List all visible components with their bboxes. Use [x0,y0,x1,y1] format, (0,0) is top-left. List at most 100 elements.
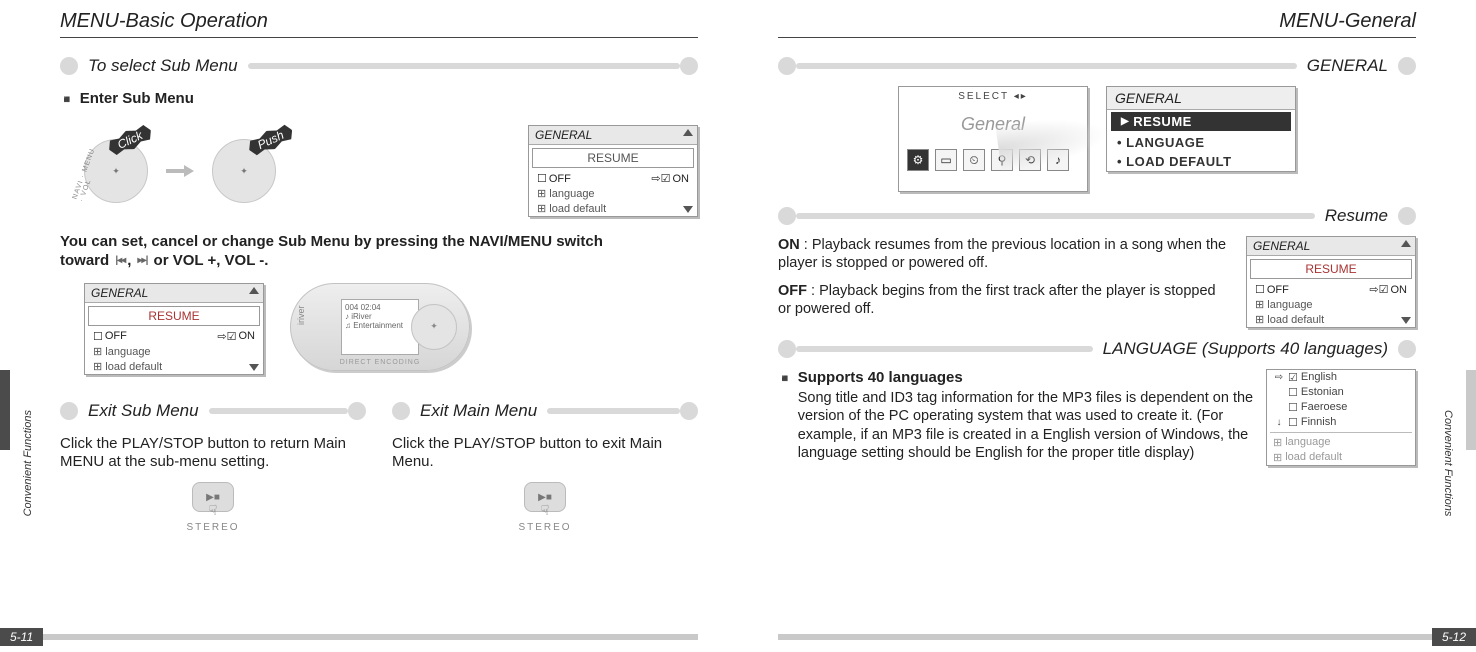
exit-sub-text: Click the PLAY/STOP button to return Mai… [60,435,366,473]
enter-submenu-heading: ◾ Enter Sub Menu [60,90,698,117]
stereo-figure-2: ▶■☟ STEREO [392,482,698,533]
lang-heading: Supports 40 languages [798,369,1254,388]
lang-finnish: Finnish [1301,416,1336,428]
general-figures: SELECT ◂▸ General ⚙ ▭ ⏲ ⚲ ⟲ ♪ GENERAL RE… [778,86,1416,192]
lcd-icon-mode: ⟲ [1019,149,1041,171]
lang-faeroese: Faeroese [1301,401,1347,413]
side-tab-right [1466,370,1476,450]
icon-lcd-icons: ⚙ ▭ ⏲ ⚲ ⟲ ♪ [899,143,1087,177]
lcd-resume-sel: RESUME [1250,259,1412,279]
lcd-resume-row2: ⊞ load default [1247,312,1415,327]
lcd-resume: GENERAL RESUME ☐OFF ⇨☑ON ⊞ language ⊞ lo… [1246,236,1416,328]
section-label-resume: Resume [1315,206,1398,226]
click-callout: Click [105,121,155,159]
play-stop-button-fig2: ▶■☟ [524,482,566,512]
section-label-exit-sub: Exit Sub Menu [78,401,209,421]
language-lcd: ⇨☑ English ☐ Estonian ☐ Faeroese ↓☐ Finn… [1266,369,1416,466]
device-dpad: ✦ [411,304,457,350]
lcd-resume-title: GENERAL [1253,239,1310,253]
side-label-left: Convenient Functions [22,410,34,516]
icon-lcd-select: SELECT ◂▸ [899,87,1087,106]
resume-off-label: OFF [778,283,807,299]
navi-instruction: You can set, cancel or change Sub Menu b… [60,233,698,271]
section-resume: Resume [778,206,1416,226]
lcd-on: ⇨☑ON [651,172,689,185]
exit-main-text: Click the PLAY/STOP button to exit Main … [392,435,698,473]
next-icon: ▸▸| [136,255,150,268]
navi-dial-click: NAVI · MENU · VOL ✦ Click [84,139,148,203]
section-select-submenu: To select Sub Menu [60,56,698,76]
lcd-general-small: GENERAL RESUME ☐OFF ⇨☑ON ⊞ language ⊞ lo… [528,125,698,217]
bullet-icon: ◾ [60,93,74,106]
page-number-right: 5-12 [1432,628,1476,646]
navi-dial-push: ✦ Push [212,139,276,203]
lang-lcd-row1: ⊞ language [1267,435,1415,450]
gen-lcd-title: GENERAL [1107,87,1295,110]
general-menu-lcd: GENERAL RESUME • LANGUAGE • LOAD DEFAULT [1106,86,1296,172]
enter-figures: NAVI · MENU · VOL ✦ Click ✦ Push GENERAL… [84,125,698,217]
enter-submenu-label: Enter Sub Menu [80,90,194,107]
push-callout: Push [245,121,296,159]
section-label-language: LANGUAGE (Supports 40 languages) [1093,339,1398,359]
lcd-icon-sound: ♪ [1047,149,1069,171]
lcd-icon-control: ⚲ [991,149,1013,171]
lcd-resume-on: ⇨☑ON [1369,283,1407,296]
lcd-row-language: ⊞ language [529,186,697,201]
bullet-icon-2: ◾ [778,372,792,385]
lcd-row-language2: ⊞ language [85,344,263,359]
lcd-off2: ☐OFF [93,330,127,343]
resume-off-text: : Playback begins from the first track a… [778,283,1216,317]
resume-block: ON : Playback resumes from the previous … [778,236,1416,329]
lcd-general-large: GENERAL RESUME ☐OFF ⇨☑ON ⊞ language ⊞ lo… [84,283,264,375]
prev-icon: |◂◂ [113,255,127,268]
stereo-label-1: STEREO [186,522,239,533]
side-tab-left [0,370,10,450]
lcd-row-loaddefault2: ⊞ load default [85,359,263,374]
section-label: To select Sub Menu [78,56,248,76]
section-general: GENERAL [778,56,1416,76]
side-label-right: Convenient Functions [1442,410,1454,516]
gen-lcd-item-loaddefault: • LOAD DEFAULT [1107,152,1295,171]
device-screen: 004 02:04 ♪ iRiver ♫ Entertainment [341,299,419,355]
stereo-label-2: STEREO [518,522,571,533]
icon-lcd: SELECT ◂▸ General ⚙ ▭ ⏲ ⚲ ⟲ ♪ [898,86,1088,192]
page-number-left: 5-11 [0,628,43,646]
page-title-left: MENU-Basic Operation [60,10,698,38]
lang-estonian: Estonian [1301,386,1344,398]
navi-arc-text: NAVI · MENU · VOL [72,143,105,202]
lcd-selected: RESUME [532,148,694,168]
section-label-general: GENERAL [1297,56,1398,76]
device-brand: iriver [296,305,306,325]
lang-lcd-row2: ⊞ load default [1267,450,1415,465]
icon-lcd-title: General [899,106,1087,143]
lcd-selected2: RESUME [88,306,260,326]
lcd-icon-timer: ⏲ [963,149,985,171]
device-encoding-label: DIRECT ENCODING [340,359,421,366]
lcd-icon-general: ⚙ [907,149,929,171]
page-title-right: MENU-General [778,10,1416,38]
stereo-figure-1: ▶■☟ STEREO [60,482,366,533]
lcd-row-loaddefault: ⊞ load default [529,201,697,216]
lcd-title2: GENERAL [91,286,148,300]
page-num-bar-right [778,634,1476,640]
lcd-on2: ⇨☑ON [217,330,255,343]
language-content: ◾ Supports 40 languages Song title and I… [778,369,1254,462]
page-num-bar-left [0,634,698,640]
lcd-resume-off: ☐OFF [1255,283,1289,296]
lcd-icon-display: ▭ [935,149,957,171]
section-exit-submenu: Exit Sub Menu [60,401,366,421]
lcd-title: GENERAL [535,128,592,142]
lang-body: Song title and ID3 tag information for t… [798,389,1254,462]
lcd-and-device-row: GENERAL RESUME ☐OFF ⇨☑ON ⊞ language ⊞ lo… [84,283,698,375]
section-exit-mainmenu: Exit Main Menu [392,401,698,421]
resume-on-text: : Playback resumes from the previous loc… [778,237,1226,271]
gen-lcd-item-resume: RESUME [1111,112,1291,131]
player-device: iriver 004 02:04 ♪ iRiver ♫ Entertainmen… [290,283,470,371]
gen-lcd-item-language: • LANGUAGE [1107,133,1295,152]
resume-on-label: ON [778,237,800,253]
lcd-resume-row1: ⊞ language [1247,297,1415,312]
section-language: LANGUAGE (Supports 40 languages) [778,339,1416,359]
play-stop-button-fig: ▶■☟ [192,482,234,512]
lcd-off: ☐OFF [537,172,571,185]
section-label-exit-main: Exit Main Menu [410,401,547,421]
